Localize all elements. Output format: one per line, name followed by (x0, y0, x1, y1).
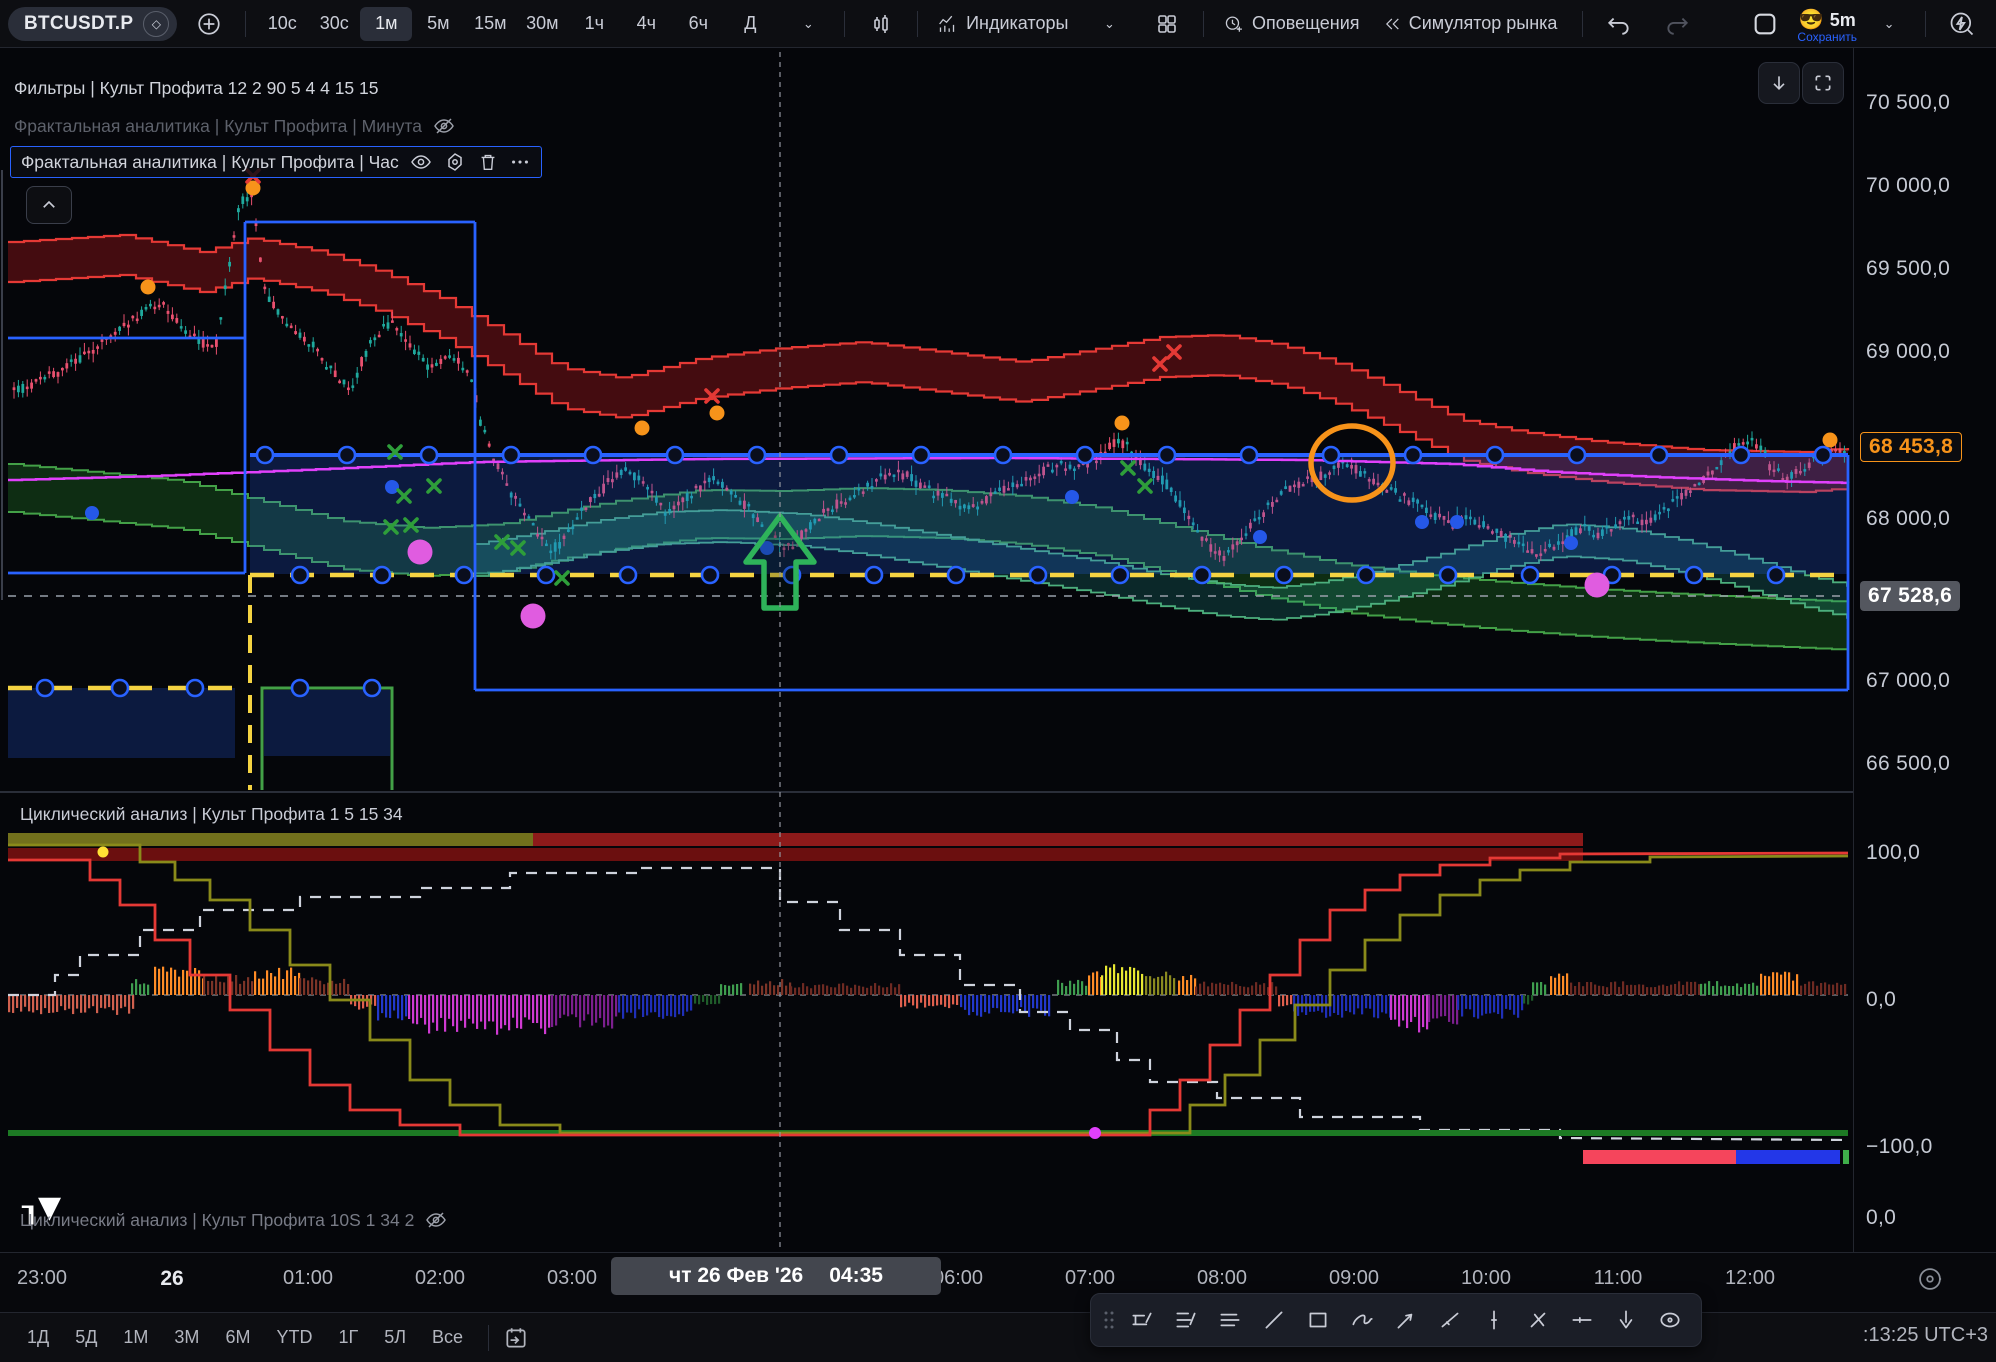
legend-filters[interactable]: Фильтры | Культ Профита 12 2 90 5 4 4 15… (14, 78, 379, 99)
legend-fractal-minute[interactable]: Фрактальная аналитика | Культ Профита | … (14, 114, 456, 138)
time-axis-settings-icon[interactable] (1916, 1265, 1944, 1293)
crosshair-date: чт 26 Фев '26 (669, 1264, 803, 1288)
lower-pane-legend-label: Циклический анализ | Культ Профита 1 5 1… (20, 804, 403, 825)
price-tick-label: 69 000,0 (1866, 340, 1950, 364)
hidden-pane-legend-label: Циклический анализ | Культ Профита 10S 1… (20, 1210, 414, 1231)
range-button-5Д[interactable]: 5Д (64, 1321, 108, 1354)
time-tick-label: 10:00 (1461, 1267, 1511, 1290)
cross-line-tool-icon[interactable] (1517, 1299, 1559, 1341)
range-group: 1Д5Д1М3М6МYTD1Г5ЛВсе (16, 1321, 474, 1354)
range-button-1Д[interactable]: 1Д (16, 1321, 60, 1354)
eye-off-icon[interactable] (432, 114, 456, 138)
oscillator-tick-label: 100,0 (1866, 841, 1920, 865)
multi-point-pattern-tool-icon[interactable] (1165, 1299, 1207, 1341)
time-tick-label: 11:00 (1594, 1267, 1643, 1290)
hidden-pane-legend[interactable]: Циклический анализ | Культ Профита 10S 1… (20, 1208, 448, 1232)
go-to-date-icon[interactable] (503, 1325, 529, 1351)
oscillator-tick-label: −100,0 (1866, 1135, 1933, 1159)
range-button-YTD[interactable]: YTD (265, 1321, 323, 1354)
toolbar-drag-handle[interactable] (1099, 1299, 1119, 1341)
ellipse-tool-icon[interactable] (1649, 1299, 1691, 1341)
last-price-label: 68 453,8 (1860, 432, 1962, 462)
vertical-line-tool-icon[interactable] (1473, 1299, 1515, 1341)
scroll-to-price-button[interactable] (1758, 62, 1800, 104)
range-button-5Л[interactable]: 5Л (373, 1321, 417, 1354)
level-price-label: 67 528,6 (1860, 581, 1960, 611)
time-tick-label: 01:00 (283, 1267, 333, 1290)
brush-tool-icon[interactable] (1341, 1299, 1383, 1341)
pattern-tool-icon[interactable] (1121, 1299, 1163, 1341)
ray-tool-icon[interactable] (1429, 1299, 1471, 1341)
range-button-Все[interactable]: Все (421, 1321, 474, 1354)
arrow-marker-tool-icon[interactable] (1385, 1299, 1427, 1341)
time-tick-label: 03:00 (547, 1267, 597, 1290)
range-button-1Г[interactable]: 1Г (327, 1321, 369, 1354)
floating-draw-toolbar (1090, 1293, 1702, 1347)
clock-label[interactable]: :13:25 UTC+3 (1863, 1324, 1988, 1347)
time-tick-label: 23:00 (17, 1267, 67, 1290)
legend-fractal-hour[interactable]: Фрактальная аналитика | Культ Профита | … (10, 146, 542, 178)
price-tick-label: 70 500,0 (1866, 91, 1950, 115)
time-tick-label: 26 (160, 1267, 183, 1291)
trend-line-tool-icon[interactable] (1253, 1299, 1295, 1341)
price-chart-canvas[interactable] (0, 0, 1996, 1362)
delete-trash-icon[interactable] (477, 151, 499, 173)
price-tick-label: 70 000,0 (1866, 174, 1950, 198)
arrow-down-tool-icon[interactable] (1605, 1299, 1647, 1341)
price-tick-label: 66 500,0 (1866, 752, 1950, 776)
time-tick-label: 09:00 (1329, 1267, 1379, 1290)
time-tick-label: 12:00 (1725, 1267, 1775, 1290)
toolbar-separator (488, 1325, 489, 1351)
tradingview-window: BTCUSDT.P ◇ 10с30с1м5м15м30м1ч4ч6чД ⌄ Ин… (0, 0, 1996, 1362)
range-button-6М[interactable]: 6М (214, 1321, 261, 1354)
time-tick-label: 02:00 (415, 1267, 465, 1290)
crosshair-time: 04:35 (829, 1264, 883, 1288)
parallel-channel-tool-icon[interactable] (1209, 1299, 1251, 1341)
legend-filters-label: Фильтры | Культ Профита 12 2 90 5 4 4 15… (14, 78, 379, 99)
collapse-legend-button[interactable] (26, 186, 72, 224)
time-tick-label: 08:00 (1197, 1267, 1247, 1290)
horizontal-ray-tool-icon[interactable] (1561, 1299, 1603, 1341)
eye-icon[interactable] (409, 150, 433, 174)
price-tick-label: 69 500,0 (1866, 257, 1950, 281)
oscillator-tick-label: 0,0 (1866, 988, 1896, 1012)
time-tick-label: 07:00 (1065, 1267, 1115, 1290)
more-options-icon[interactable] (509, 151, 531, 173)
price-axis[interactable]: 70 500,0 70 000,0 69 500,0 69 000,0 68 000,0… (1853, 48, 1996, 1252)
legend-fractal-minute-label: Фрактальная аналитика | Культ Профита | … (14, 116, 422, 137)
range-button-3М[interactable]: 3М (163, 1321, 210, 1354)
maximize-pane-button[interactable] (1802, 62, 1844, 104)
crosshair-date-tooltip: чт 26 Фев '26 04:35 (611, 1257, 941, 1295)
settings-gear-icon[interactable] (443, 150, 467, 174)
rectangle-tool-icon[interactable] (1297, 1299, 1339, 1341)
legend-fractal-hour-label: Фрактальная аналитика | Культ Профита | … (21, 152, 399, 173)
eye-off-icon[interactable] (424, 1208, 448, 1232)
price-tick-label: 68 000,0 (1866, 507, 1950, 531)
oscillator-tick-label: 0,0 (1866, 1206, 1896, 1230)
price-tick-label: 67 000,0 (1866, 669, 1950, 693)
lower-pane-legend[interactable]: Циклический анализ | Культ Профита 1 5 1… (20, 804, 403, 825)
range-button-1М[interactable]: 1М (112, 1321, 159, 1354)
